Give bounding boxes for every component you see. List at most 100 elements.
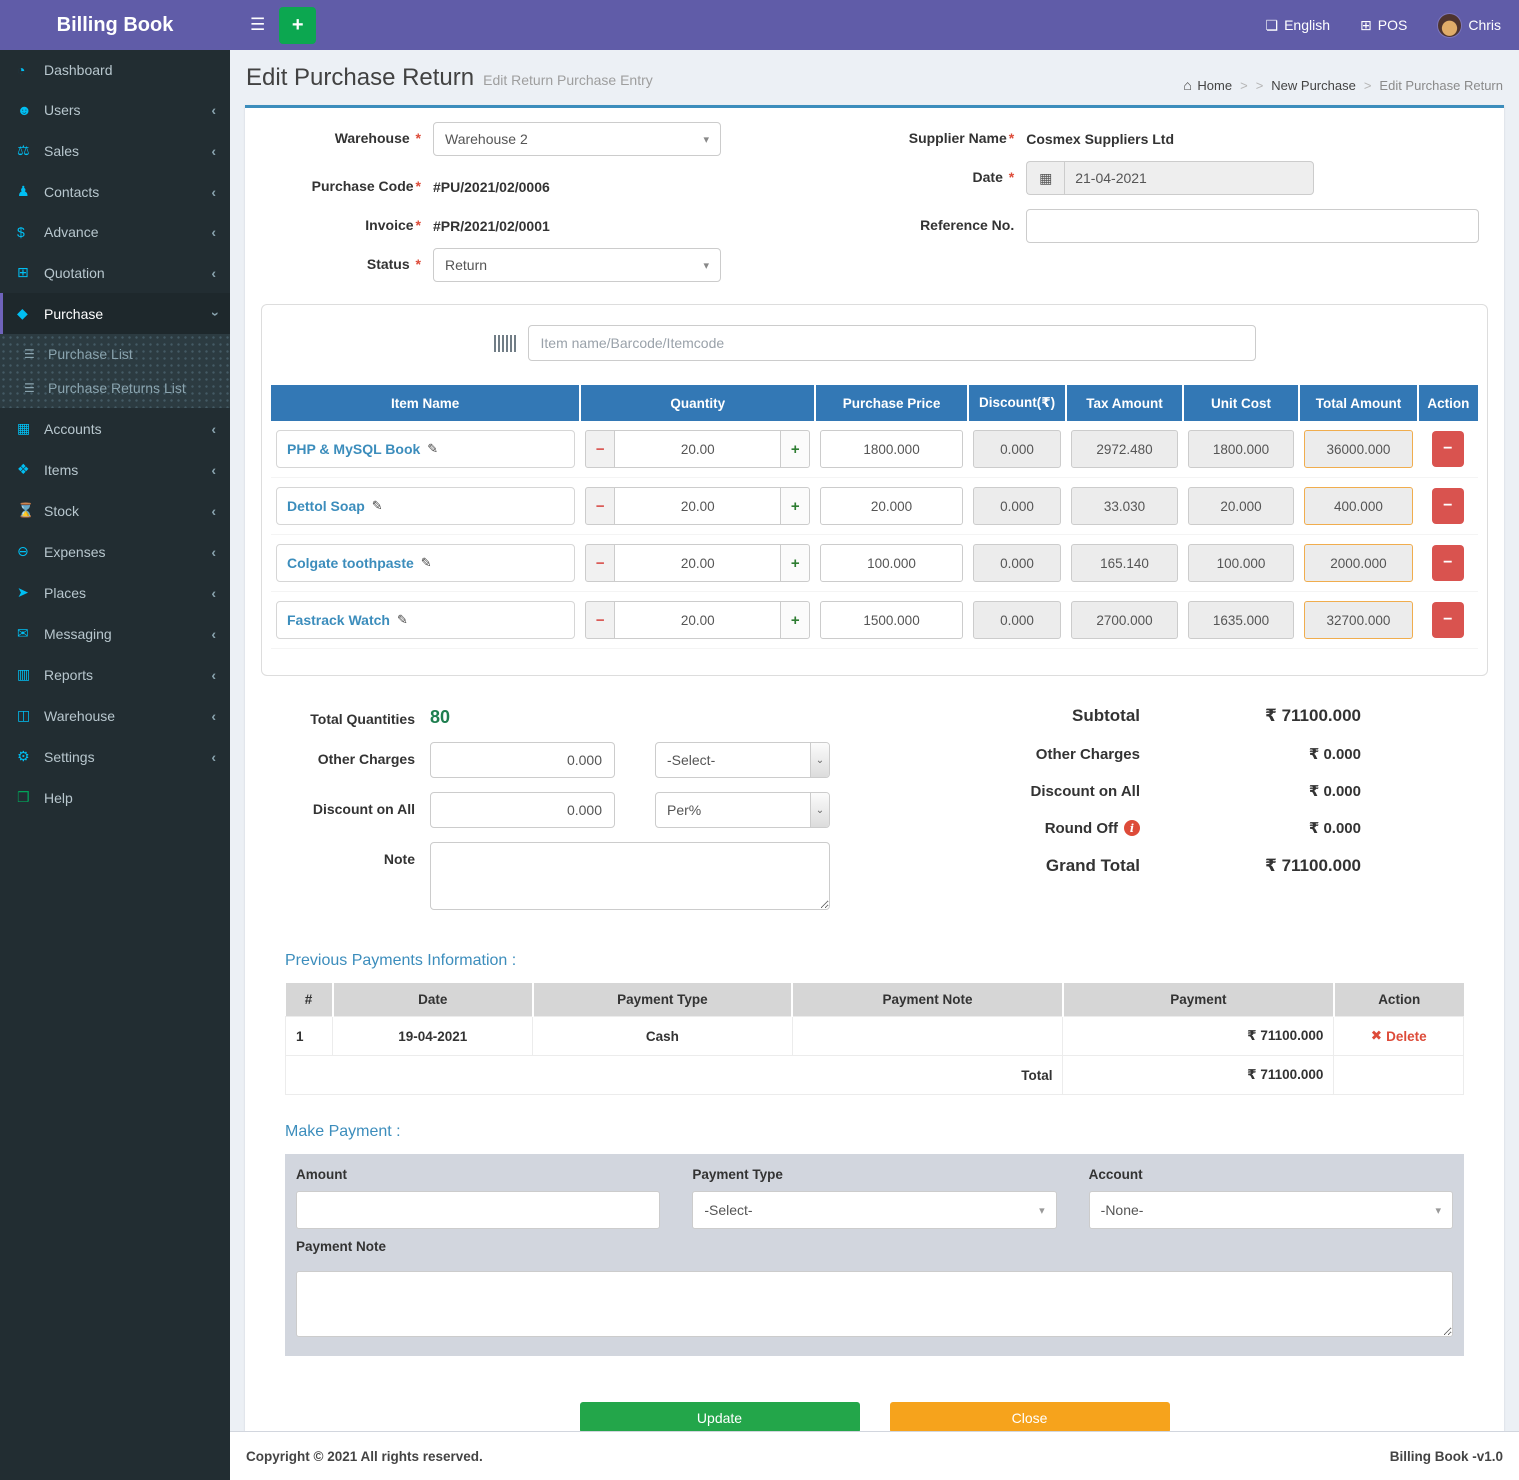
language-menu[interactable]: ❏ English	[1266, 17, 1330, 34]
sidebar-item-settings[interactable]: ⚙ Settings ‹	[0, 736, 230, 777]
previous-payments-heading: Previous Payments Information :	[285, 952, 1464, 970]
sidebar-item-warehouse[interactable]: ◫ Warehouse ‹	[0, 695, 230, 736]
purchase-price-input[interactable]	[820, 544, 963, 582]
sidebar-item-users[interactable]: ☻ Users ‹	[0, 90, 230, 130]
breadcrumb-new-purchase[interactable]: New Purchase	[1271, 78, 1356, 93]
copyright-text: Copyright © 2021 All rights reserved.	[246, 1449, 483, 1464]
quick-add-button[interactable]: +	[279, 7, 316, 44]
item-search-input[interactable]	[528, 325, 1256, 361]
note-label: Note	[270, 842, 430, 867]
discount-on-all-input[interactable]	[430, 792, 615, 828]
purchase-price-input[interactable]	[820, 487, 963, 525]
chevron-left-icon: ‹	[211, 667, 216, 683]
edit-icon[interactable]: ✎	[372, 498, 383, 514]
make-payment-section: Make Payment : Amount Payment Type -Sele…	[245, 1123, 1504, 1356]
sidebar-item-contacts[interactable]: ♟ Contacts ‹	[0, 171, 230, 212]
chevron-left-icon: ‹	[211, 462, 216, 478]
item-name-link[interactable]: Colgate toothpaste	[287, 555, 414, 571]
sidebar-item-expenses[interactable]: ⊖ Expenses ‹	[0, 531, 230, 572]
delete-payment-link[interactable]: ✖Delete	[1371, 1028, 1427, 1044]
item-search-row	[271, 325, 1478, 361]
sidebar-item-messaging[interactable]: ✉ Messaging ‹	[0, 613, 230, 654]
edit-purchase-return-card: Warehouse * Warehouse 2 ▾ Purchase Code*…	[245, 105, 1504, 1449]
quantity-decrease-button[interactable]: −	[585, 601, 615, 639]
close-button[interactable]: Close	[890, 1402, 1170, 1433]
col-item-name: Item Name	[271, 385, 580, 421]
quantity-decrease-button[interactable]: −	[585, 430, 615, 468]
reference-no-input[interactable]	[1026, 209, 1479, 243]
pos-button[interactable]: ⊞ POS	[1360, 17, 1407, 34]
chevron-down-icon: ⌄	[810, 793, 829, 827]
update-button[interactable]: Update	[580, 1402, 860, 1433]
chevron-left-icon: ‹	[211, 184, 216, 200]
quantity-increase-button[interactable]: +	[780, 544, 810, 582]
item-name-link[interactable]: Fastrack Watch	[287, 612, 390, 628]
purchase-price-input[interactable]	[820, 430, 963, 468]
edit-icon[interactable]: ✎	[421, 555, 432, 571]
quantity-input[interactable]	[615, 430, 780, 468]
remove-item-button[interactable]: −	[1432, 602, 1464, 638]
info-icon[interactable]: i	[1124, 820, 1140, 836]
quantity-increase-button[interactable]: +	[780, 487, 810, 525]
col-discount: Discount(₹)	[968, 385, 1066, 421]
quantity-input[interactable]	[615, 544, 780, 582]
user-menu[interactable]: Chris	[1437, 13, 1501, 38]
item-name-link[interactable]: Dettol Soap	[287, 498, 365, 514]
edit-icon[interactable]: ✎	[397, 612, 408, 628]
chevron-left-icon: ‹	[211, 265, 216, 281]
date-input[interactable]	[1064, 161, 1314, 195]
remove-item-button[interactable]: −	[1432, 545, 1464, 581]
sidebar-item-purchase-returns-list[interactable]: ☰ Purchase Returns List	[0, 371, 230, 405]
chevron-down-icon: ▾	[703, 133, 709, 146]
sidebar-item-help[interactable]: ❒ Help	[0, 777, 230, 818]
sidebar-item-places[interactable]: ➤ Places ‹	[0, 572, 230, 613]
discount-type-select[interactable]: Per% ⌄	[655, 792, 830, 828]
chevron-down-icon: ▾	[1435, 1204, 1441, 1217]
other-charges-select[interactable]: -Select- ⌄	[655, 742, 830, 778]
remove-item-button[interactable]: −	[1432, 431, 1464, 467]
dashboard-icon: ◔	[17, 62, 44, 78]
note-textarea[interactable]	[430, 842, 830, 910]
total-amount-input	[1304, 487, 1412, 525]
sidebar-item-purchase-list[interactable]: ☰ Purchase List	[0, 337, 230, 371]
sidebar-item-advance[interactable]: $ Advance ‹	[0, 212, 230, 252]
status-select[interactable]: Return ▾	[433, 248, 721, 282]
sidebar-item-dashboard[interactable]: ◔ Dashboard	[0, 50, 230, 90]
sidebar-item-quotation[interactable]: ⊞ Quotation ‹	[0, 252, 230, 293]
payment-note-textarea[interactable]	[296, 1271, 1453, 1337]
sidebar-item-reports[interactable]: ▥ Reports ‹	[0, 654, 230, 695]
quantity-decrease-button[interactable]: −	[585, 544, 615, 582]
sidebar-item-sales[interactable]: ⚖ Sales ‹	[0, 130, 230, 171]
item-name-link[interactable]: PHP & MySQL Book	[287, 441, 420, 457]
payments-total-label: Total	[286, 1056, 1063, 1095]
edit-icon[interactable]: ✎	[427, 441, 438, 457]
quantity-input[interactable]	[615, 601, 780, 639]
previous-payments-section: Previous Payments Information : # Date P…	[245, 952, 1504, 1095]
quantity-decrease-button[interactable]: −	[585, 487, 615, 525]
chevron-left-icon: ‹	[211, 224, 216, 240]
sidebar-item-accounts[interactable]: ▦ Accounts ‹	[0, 408, 230, 449]
hamburger-menu-icon[interactable]: ☰	[236, 15, 279, 35]
item-row: PHP & MySQL Book ✎ − + −	[271, 421, 1478, 478]
warehouse-select[interactable]: Warehouse 2 ▾	[433, 122, 721, 156]
quantity-increase-button[interactable]: +	[780, 601, 810, 639]
quantity-increase-button[interactable]: +	[780, 430, 810, 468]
sidebar-item-items[interactable]: ❖ Items ‹	[0, 449, 230, 490]
payment-type-select[interactable]: -Select- ▾	[692, 1191, 1056, 1229]
remove-item-button[interactable]: −	[1432, 488, 1464, 524]
breadcrumb-home[interactable]: ⌂ Home	[1183, 77, 1232, 93]
payment-type-label: Payment Type	[692, 1167, 1056, 1182]
amount-input[interactable]	[296, 1191, 660, 1229]
purchase-price-input[interactable]	[820, 601, 963, 639]
quantity-input[interactable]	[615, 487, 780, 525]
sidebar-item-purchase[interactable]: ◆ Purchase ‹	[0, 293, 230, 334]
pos-label: POS	[1378, 17, 1408, 33]
sidebar-item-stock[interactable]: ⌛ Stock ‹	[0, 490, 230, 531]
col-payment: Payment	[1063, 983, 1334, 1017]
other-charges-input[interactable]	[430, 742, 615, 778]
hourglass-icon: ⌛	[17, 502, 44, 519]
account-select[interactable]: -None- ▾	[1089, 1191, 1453, 1229]
purchase-return-form: Warehouse * Warehouse 2 ▾ Purchase Code*…	[245, 122, 1504, 296]
chevron-down-icon: ▾	[1039, 1204, 1045, 1217]
unit-cost-input	[1188, 430, 1294, 468]
